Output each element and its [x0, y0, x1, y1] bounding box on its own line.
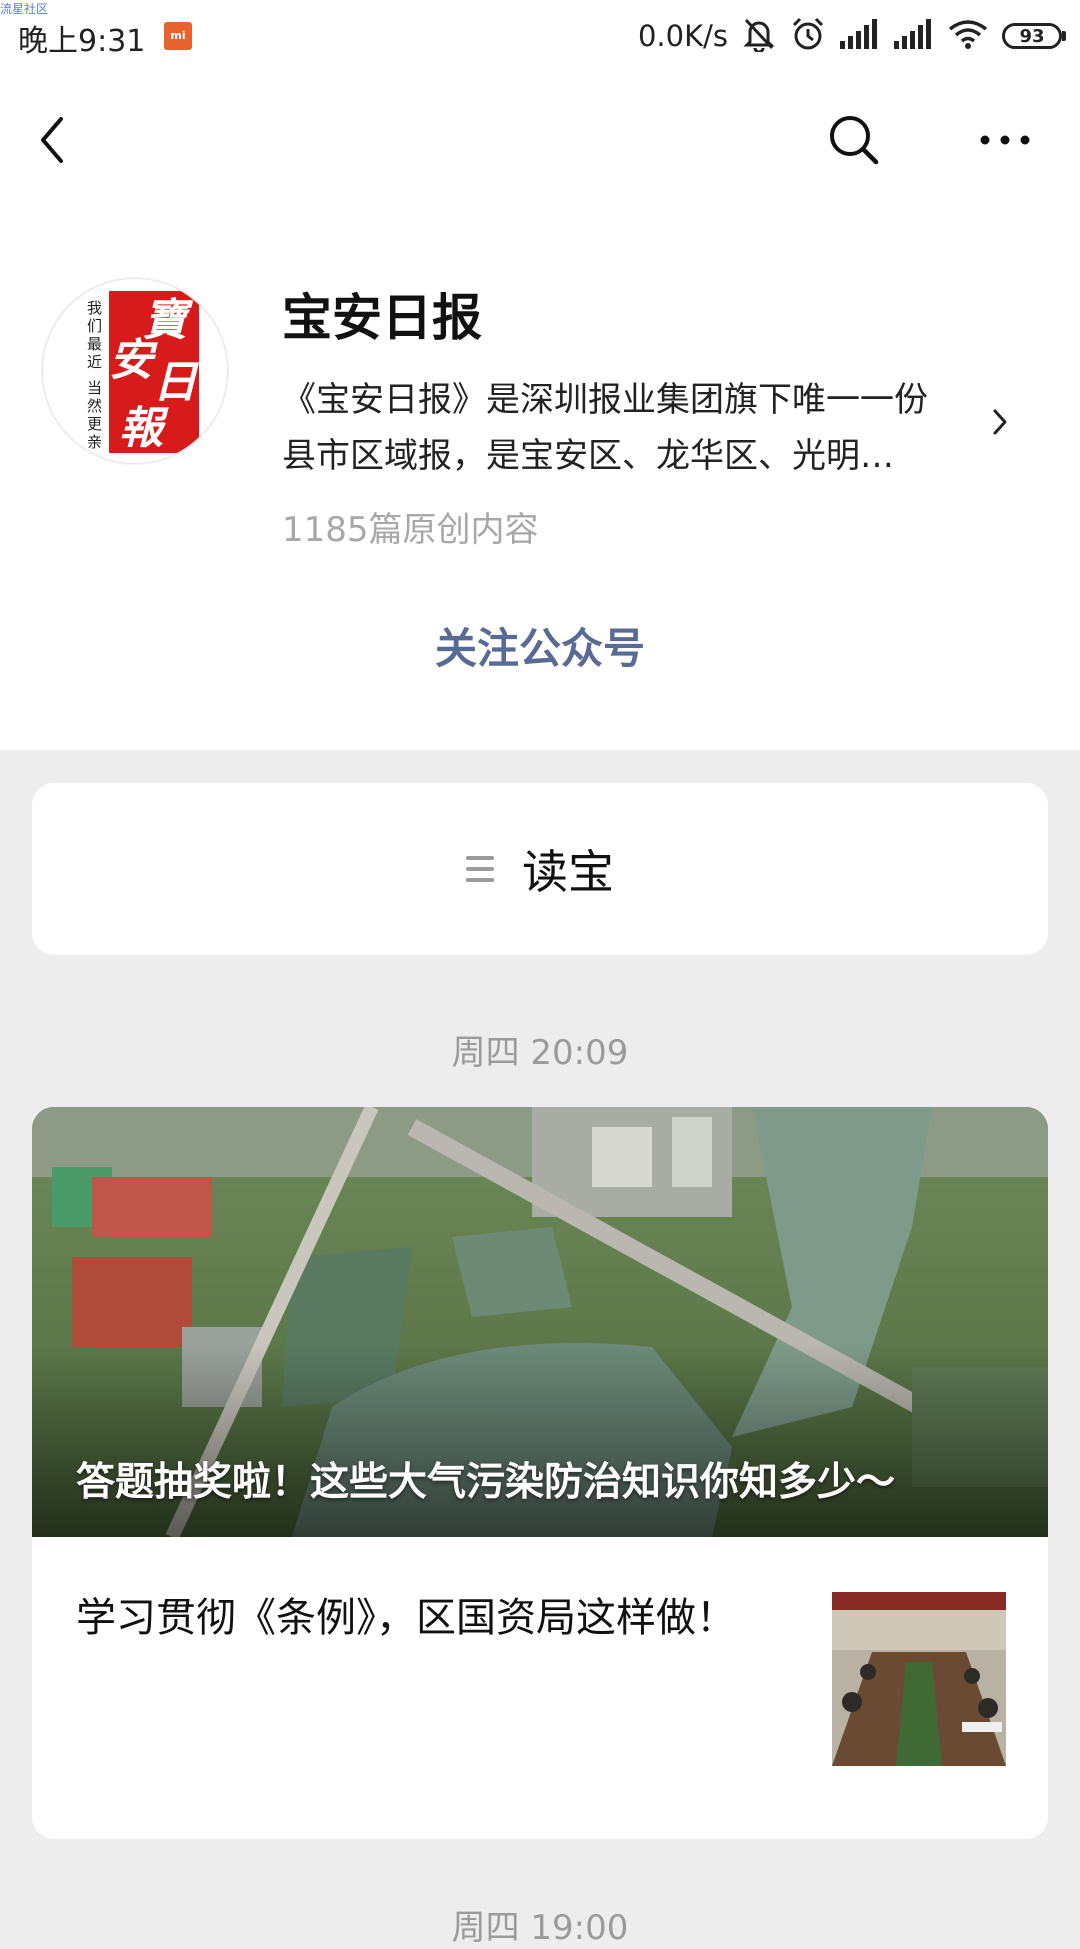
feed-timestamp: 周四 20:09	[451, 1033, 629, 1073]
svg-text:報: 報	[119, 403, 169, 454]
article-thumbnail[interactable]	[832, 1592, 1006, 1766]
article-card: 答题抽奖啦！这些大气污染防治知识你知多少～ 学习贯彻《条例》，区国资局这样做！	[32, 1107, 1048, 1839]
article-title[interactable]: 学习贯彻《条例》，区国资局这样做！	[76, 1585, 756, 1651]
mi-notification-icon: mi	[164, 22, 192, 50]
follow-button[interactable]: 关注公众号	[0, 615, 1080, 676]
feed-timestamp-next: 周四 19:00	[451, 1908, 629, 1948]
account-description[interactable]: 《宝安日报》是深圳报业集团旗下唯一一份 县市区域报，是宝安区、龙华区、光明…	[282, 372, 982, 484]
svg-text:我: 我	[87, 300, 102, 317]
signal-icon-2	[894, 19, 934, 53]
svg-text:然: 然	[87, 398, 102, 415]
back-button[interactable]	[22, 110, 82, 170]
menu-label: 读宝	[522, 845, 614, 899]
svg-text:近: 近	[87, 354, 102, 371]
battery-icon: 93	[1002, 23, 1066, 49]
lead-article-title: 答题抽奖啦！这些大气污染防治知识你知多少～	[76, 1460, 896, 1505]
wifi-icon	[948, 19, 988, 53]
svg-text:安: 安	[109, 335, 158, 386]
battery-level: 93	[1002, 23, 1062, 49]
svg-text:们: 们	[87, 318, 102, 335]
mute-bell-icon	[742, 16, 776, 56]
account-avatar[interactable]: 我们最近 当然更亲 寶 安 日 報	[42, 278, 228, 464]
baoan-daily-logo: 我们最近 当然更亲 寶 安 日 報	[43, 279, 227, 463]
profile-detail-chevron[interactable]	[985, 402, 1015, 442]
account-name: 宝安日报	[282, 289, 482, 347]
alarm-clock-icon	[790, 16, 826, 56]
watermark-text: 流星社区	[0, 2, 49, 16]
chevron-right-icon	[993, 409, 1007, 435]
signal-icon	[840, 19, 880, 53]
meeting-photo	[832, 1592, 1006, 1766]
search-icon	[830, 116, 879, 165]
menu-lines-icon	[466, 856, 494, 882]
lead-article[interactable]: 答题抽奖啦！这些大气污染防治知识你知多少～	[32, 1107, 1048, 1537]
svg-text:最: 最	[87, 336, 102, 353]
svg-text:当: 当	[87, 380, 102, 397]
status-time: 晚上9:31	[18, 24, 146, 59]
menu-card[interactable]: 读宝	[32, 783, 1048, 955]
net-speed: 0.0K/s	[637, 19, 728, 53]
back-arrow-icon	[41, 117, 63, 163]
more-button[interactable]	[975, 110, 1035, 170]
more-dots-icon	[980, 135, 1030, 145]
search-button[interactable]	[824, 110, 884, 170]
svg-text:日: 日	[153, 357, 199, 408]
svg-text:更: 更	[87, 416, 102, 433]
svg-text:亲: 亲	[87, 434, 102, 451]
description-line-2: 县市区域报，是宝安区、龙华区、光明…	[282, 436, 894, 476]
original-content-count[interactable]: 1185篇原创内容	[282, 502, 539, 551]
status-icons: 0.0K/s 93	[638, 14, 1066, 58]
description-line-1: 《宝安日报》是深圳报业集团旗下唯一一份	[282, 380, 928, 420]
